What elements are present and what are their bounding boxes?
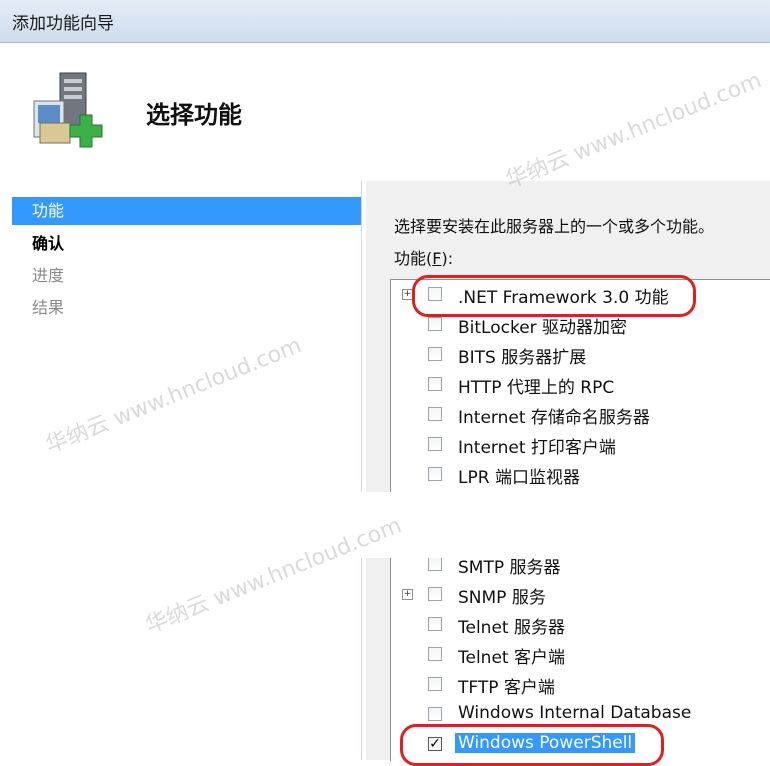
feature-label: Telnet 服务器 [458,618,565,638]
feature-row-tftp-client[interactable]: TFTP 客户端 [391,670,770,700]
feature-checkbox[interactable] [428,557,442,571]
feature-row-bits[interactable]: BITS 服务器扩展 [391,340,770,370]
expand-plus-icon[interactable]: + [402,589,413,600]
feature-row-lpr[interactable]: LPR 端口监视器 [391,460,770,490]
image-occlusion [330,492,562,558]
feature-row-internal-database[interactable]: Windows Internal Database [391,700,770,730]
feature-checkbox[interactable] [428,587,442,601]
feature-row-snmp[interactable]: + SNMP 服务 [391,580,770,610]
feature-label: Telnet 客户端 [458,648,565,668]
feature-label: SNMP 服务 [458,588,546,608]
features-panel: 选择要安装在此服务器上的一个或多个功能。 功能(F): + .NET Frame… [366,181,770,761]
window-titlebar: 添加功能向导 [0,0,770,43]
feature-label: Internet 存储命名服务器 [458,408,650,428]
feature-checkbox[interactable] [428,677,442,691]
feature-checkbox[interactable] [428,617,442,631]
feature-checkbox[interactable] [428,377,442,391]
feature-row-telnet-client[interactable]: Telnet 客户端 [391,640,770,670]
wizard-steps-sidebar: 功能 确认 进度 结果 [12,181,362,760]
page-heading: 选择功能 [146,101,242,129]
feature-label: TFTP 客户端 [458,678,555,698]
step-progress: 进度 [32,266,65,285]
features-list-label: 功能(F): [394,249,454,268]
features-description: 选择要安装在此服务器上的一个或多个功能。 [394,217,715,236]
feature-label: LPR 端口监视器 [458,468,580,488]
feature-row-internet-printing[interactable]: Internet 打印客户端 [391,430,770,460]
feature-row-dotnet[interactable]: + .NET Framework 3.0 功能 [391,280,770,310]
feature-row-telnet-server[interactable]: Telnet 服务器 [391,610,770,640]
checkmark-icon[interactable]: ✓ [428,737,442,751]
feature-row-powershell[interactable]: ✓ Windows PowerShell [391,730,770,760]
feature-checkbox[interactable] [428,407,442,421]
feature-label: .NET Framework 3.0 功能 [458,288,669,308]
feature-row-isns[interactable]: Internet 存储命名服务器 [391,400,770,430]
expand-plus-icon[interactable]: + [402,289,413,300]
feature-row-bitlocker[interactable]: BitLocker 驱动器加密 [391,310,770,340]
feature-checkbox[interactable] [428,437,442,451]
feature-label: Windows Internal Database [458,703,692,723]
feature-checkbox[interactable] [428,347,442,361]
feature-label: HTTP 代理上的 RPC [458,378,615,398]
step-confirmation[interactable]: 确认 [12,230,361,258]
feature-checkbox[interactable] [428,467,442,481]
feature-checkbox[interactable] [428,647,442,661]
window-title: 添加功能向导 [12,14,114,34]
server-add-icon [33,72,103,148]
feature-label: BitLocker 驱动器加密 [458,318,628,338]
step-features[interactable]: 功能 [12,197,361,225]
feature-row-rpc-over-http[interactable]: HTTP 代理上的 RPC [391,370,770,400]
feature-checkbox[interactable] [428,317,442,331]
wizard-header: 选择功能 [0,43,770,180]
feature-checkbox[interactable] [428,287,442,301]
step-results: 结果 [32,298,65,317]
feature-label: BITS 服务器扩展 [458,348,587,368]
feature-checkbox[interactable] [428,707,442,721]
feature-label: Internet 打印客户端 [458,438,616,458]
feature-label: Windows PowerShell [455,733,636,753]
